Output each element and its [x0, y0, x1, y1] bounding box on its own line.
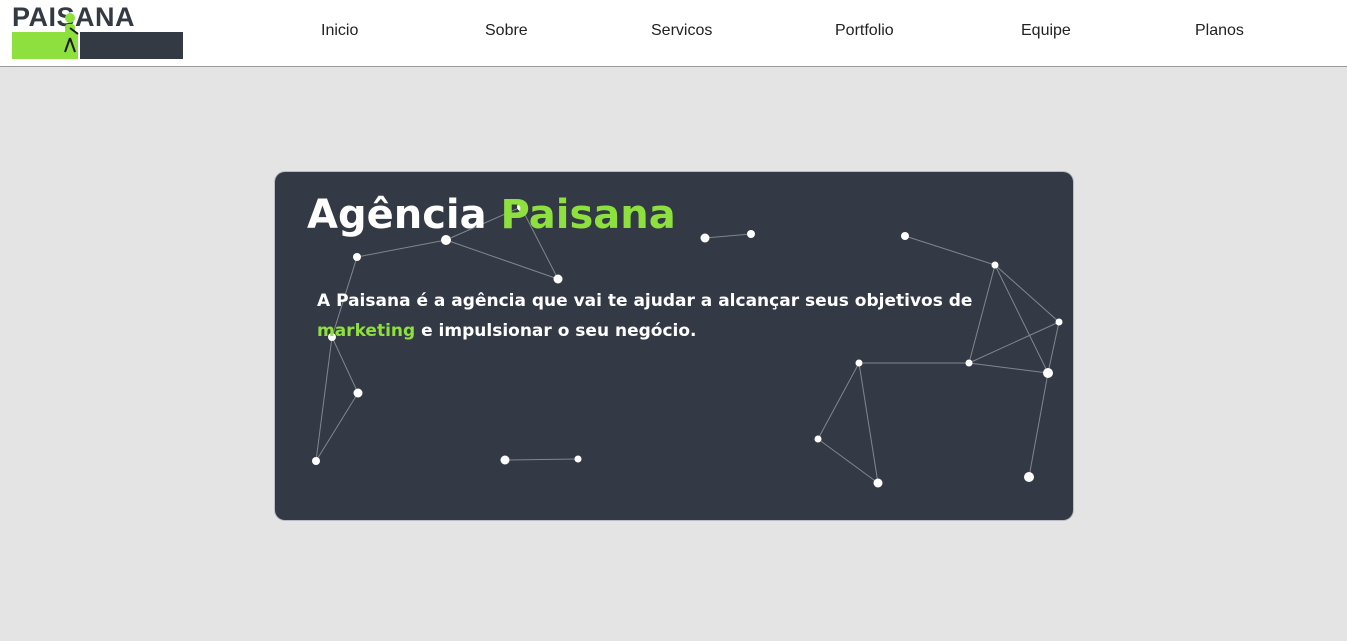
hero-desc-part1: A Paisana é a agência que vai te ajudar … [317, 291, 973, 311]
hero-desc-part2: e impulsionar o seu negócio. [421, 321, 697, 341]
nav-item-equipe[interactable]: Equipe [1021, 22, 1071, 40]
nav-item-inicio[interactable]: Inicio [321, 22, 358, 40]
nav-item-planos[interactable]: Planos [1195, 22, 1244, 40]
main-nav: Inicio Sobre Servicos Portfolio Equipe P… [0, 0, 1347, 66]
nav-item-sobre[interactable]: Sobre [485, 22, 528, 40]
nav-item-portfolio[interactable]: Portfolio [835, 22, 894, 40]
hero-title-accent: Paisana [500, 192, 676, 238]
hero-card: Agência Paisana A Paisana é a agência qu… [275, 172, 1073, 520]
hero-description: A Paisana é a agência que vai te ajudar … [317, 286, 1037, 346]
hero-title-part1: Agência [307, 192, 487, 238]
hero-desc-highlight: marketing [317, 321, 416, 341]
nav-item-servicos[interactable]: Servicos [651, 22, 712, 40]
top-navigation-bar: PAISANA Inicio Sobre Servicos Portfolio … [0, 0, 1347, 67]
hero-title: Agência Paisana [307, 192, 676, 238]
